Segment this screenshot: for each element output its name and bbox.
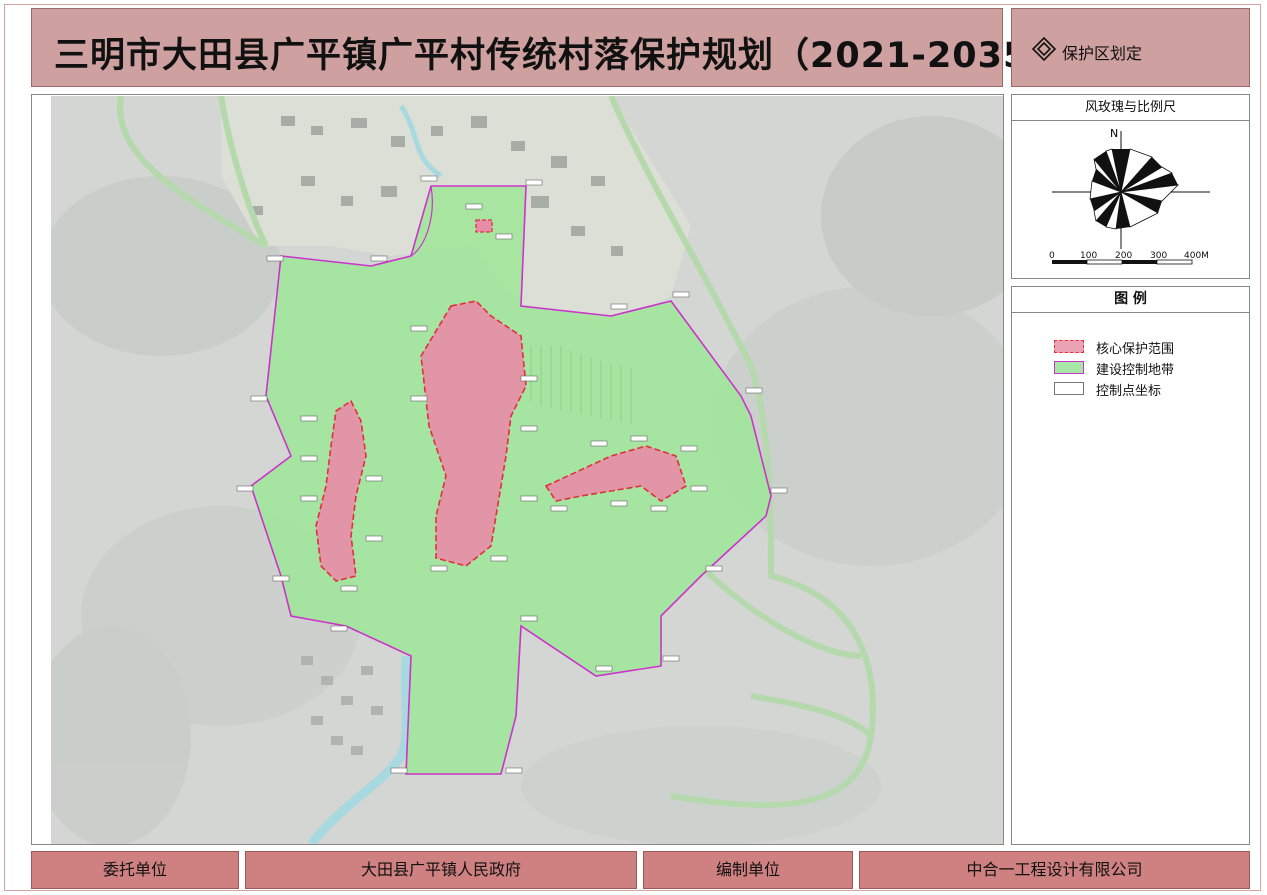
scale-tick-300: 300 — [1150, 251, 1168, 261]
legend-label-core: 核心保护范围 — [1096, 342, 1175, 357]
page-title: 三明市大田县广平镇广平村传统村落保护规划（2021-2035年） — [54, 36, 1101, 76]
map-view[interactable] — [51, 96, 1003, 844]
control-swatch — [1054, 361, 1084, 374]
scale-tick-100: 100 — [1080, 251, 1098, 261]
drawing-name-banner: 保护区划定 — [1011, 8, 1250, 87]
title-banner: 三明市大田县广平镇广平村传统村落保护规划（2021-2035年） — [31, 8, 1099, 87]
point-swatch — [1054, 382, 1084, 395]
legend-label-point: 控制点坐标 — [1096, 384, 1162, 399]
core-swatch — [1054, 340, 1084, 353]
drawing-name: 保护区划定 — [1062, 44, 1143, 63]
legend-label-control: 建设控制地带 — [1096, 363, 1175, 378]
client-value: 大田县广平镇人民政府 — [245, 851, 637, 889]
compass-heading: 风玫瑰与比例尺 — [1012, 95, 1249, 121]
scale-tick-0: 0 — [1049, 251, 1055, 261]
client-label: 委托单位 — [31, 851, 239, 889]
scale-tick-200: 200 — [1115, 251, 1133, 261]
legend-heading: 图 例 — [1012, 287, 1249, 313]
core-zone-small[interactable] — [475, 219, 493, 233]
designer-value: 中合一工程设计有限公司 — [859, 851, 1250, 889]
scale-tick-400: 400M — [1184, 251, 1209, 261]
diamond-icon — [1032, 37, 1056, 61]
legend-panel: 图 例 核心保护范围 建设控制地带 控制点坐标 — [1011, 286, 1250, 845]
north-label: N — [1110, 127, 1118, 140]
compass-panel: 风玫瑰与比例尺 N 0 100 200 300 400M — [1011, 94, 1250, 279]
designer-label: 编制单位 — [643, 851, 853, 889]
